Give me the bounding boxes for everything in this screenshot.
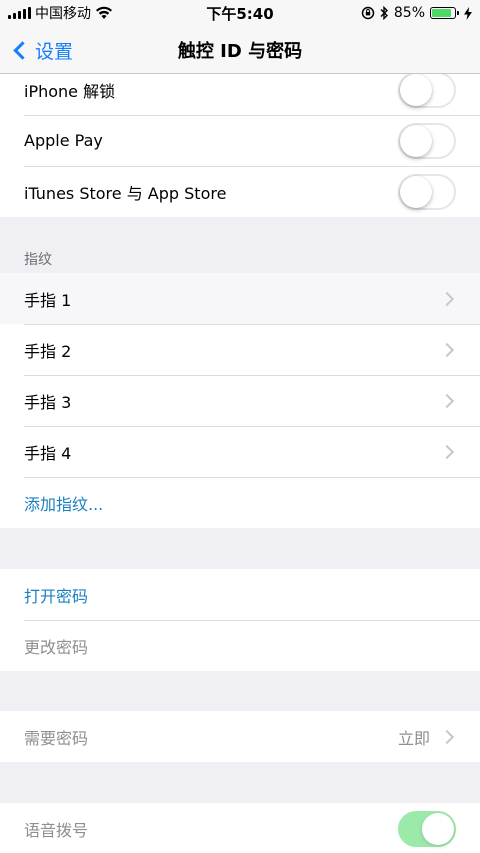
status-bar-overlay: 中国移动 下午5:40 85%: [0, 0, 480, 26]
battery-fill: [432, 9, 451, 17]
chevron-right-icon: [439, 729, 455, 744]
chevron-left-icon: [13, 40, 32, 60]
voice-dial-group: 语音拨号: [0, 803, 480, 853]
signal-icon: [8, 7, 31, 19]
row-label: 语音拨号: [24, 820, 89, 840]
row-label: Apple Pay: [24, 131, 103, 150]
require-passcode-group: 需要密码 立即: [0, 711, 480, 762]
status-time: 下午5:40: [206, 4, 274, 23]
chevron-right-icon: [439, 342, 455, 357]
fingerprint-row[interactable]: 手指 3: [0, 375, 480, 426]
itunes-app-store-toggle[interactable]: [398, 173, 456, 210]
battery-icon: [430, 7, 459, 19]
apple-pay-toggle[interactable]: [398, 122, 456, 159]
require-passcode-value: 立即: [397, 728, 430, 748]
chevron-right-icon: [439, 444, 455, 459]
orientation-lock-icon: [361, 6, 375, 20]
row-label: 手指 4: [24, 443, 72, 463]
fingerprint-row[interactable]: 手指 4: [0, 426, 480, 477]
row-label: iTunes Store 与 App Store: [24, 183, 227, 203]
use-touch-id-group: iPhone 解锁 Apple Pay iTunes Store 与 App S…: [0, 64, 480, 217]
chevron-right-icon: [439, 291, 455, 306]
require-passcode-value-group: 立即: [398, 725, 456, 749]
require-passcode-row: 需要密码 立即: [0, 711, 480, 762]
chevron-right-icon: [439, 393, 455, 408]
fingerprint-row[interactable]: 手指 1: [0, 273, 480, 324]
row-label: 打开密码: [24, 586, 89, 606]
status-right: 85%: [302, 5, 472, 21]
row-label: 添加指纹...: [24, 494, 104, 514]
passcode-group: 打开密码 更改密码: [0, 569, 480, 671]
fingerprints-header: 指纹: [24, 252, 52, 268]
toggle-knob: [400, 175, 432, 208]
row-label: 手指 3: [24, 392, 72, 412]
bluetooth-icon: [380, 6, 389, 20]
row-itunes-app-store: iTunes Store 与 App Store: [0, 166, 480, 217]
carrier-label: 中国移动: [35, 6, 91, 22]
toggle-knob: [422, 812, 454, 845]
iphone-unlock-toggle[interactable]: [398, 71, 456, 108]
navigation-bar-overlay: 设置 触控 ID 与密码: [0, 26, 480, 74]
row-label: 手指 2: [24, 341, 72, 361]
row-label: iPhone 解锁: [24, 81, 116, 101]
fingerprints-group: 手指 1 手指 2 手指 3 手指 4 添加指纹...: [0, 273, 480, 528]
voice-dial-toggle[interactable]: [398, 810, 456, 847]
voice-dial-row: 语音拨号: [0, 803, 480, 853]
status-left: 中国移动: [8, 3, 178, 23]
row-label: 需要密码: [24, 728, 89, 748]
turn-on-passcode-button[interactable]: 打开密码: [0, 569, 480, 620]
row-label: 更改密码: [24, 637, 89, 657]
toggle-knob: [400, 73, 432, 106]
row-apple-pay: Apple Pay: [0, 115, 480, 166]
back-label: 设置: [35, 40, 74, 63]
toggle-knob: [400, 124, 432, 157]
fingerprint-row[interactable]: 手指 2: [0, 324, 480, 375]
change-passcode-button: 更改密码: [0, 620, 480, 671]
add-fingerprint-button[interactable]: 添加指纹...: [0, 477, 480, 528]
row-label: 手指 1: [24, 290, 72, 310]
charging-icon: [464, 6, 472, 20]
wifi-icon: [95, 6, 113, 20]
battery-percent: 85%: [393, 5, 425, 21]
back-button[interactable]: 设置: [10, 26, 73, 74]
